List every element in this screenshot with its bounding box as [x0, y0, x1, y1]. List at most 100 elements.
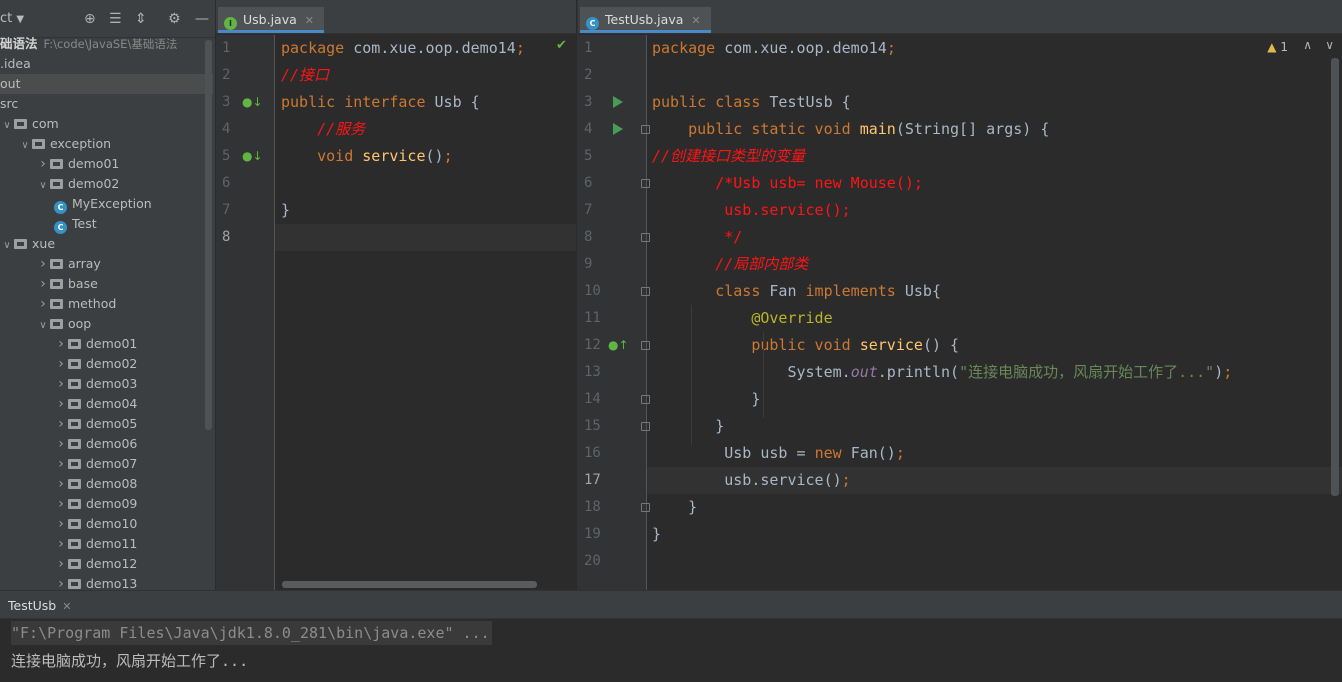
- tree-item[interactable]: › demo09: [0, 494, 213, 514]
- line-number: 13: [584, 364, 601, 380]
- chevron-up-icon[interactable]: ∧: [1303, 38, 1312, 52]
- line-number: 1: [222, 40, 231, 56]
- chevron-right-icon[interactable]: ›: [54, 434, 68, 454]
- vertical-scrollbar[interactable]: [1331, 58, 1339, 496]
- project-scrollbar[interactable]: [205, 40, 212, 430]
- close-icon[interactable]: ✕: [691, 14, 700, 27]
- fold-marker-icon[interactable]: [641, 125, 650, 134]
- tree-item[interactable]: ∨ com: [0, 114, 213, 134]
- fold-marker-icon[interactable]: [641, 395, 650, 404]
- tree-item[interactable]: › demo01: [0, 154, 213, 174]
- project-toolbar: ct ▼ ⊕ ☰ ⇕ ⚙ —: [0, 0, 215, 38]
- tree-item[interactable]: ∨ xue: [0, 234, 213, 254]
- chevron-right-icon[interactable]: ›: [54, 414, 68, 434]
- tree-item[interactable]: › demo11: [0, 534, 213, 554]
- chevron-down-icon[interactable]: ∨: [18, 136, 32, 156]
- tree-item-label: demo04: [86, 396, 138, 411]
- chevron-down-icon[interactable]: ∨: [0, 236, 14, 256]
- run-icon[interactable]: [613, 123, 623, 135]
- tree-item[interactable]: › demo03: [0, 374, 213, 394]
- implemented-icon[interactable]: ●↓: [242, 89, 263, 116]
- chevron-down-icon[interactable]: ∨: [36, 176, 50, 196]
- chevron-right-icon[interactable]: ›: [36, 154, 50, 174]
- tree-item[interactable]: › demo02: [0, 354, 213, 374]
- tree-item[interactable]: C MyException: [0, 194, 213, 214]
- tree-item[interactable]: C Test: [0, 214, 213, 234]
- tree-item[interactable]: › array: [0, 254, 213, 274]
- fold-marker-icon[interactable]: [641, 233, 650, 242]
- chevron-down-icon[interactable]: ∨: [1325, 38, 1334, 52]
- chevron-down-icon[interactable]: ∨: [36, 316, 50, 336]
- chevron-right-icon[interactable]: ›: [54, 394, 68, 414]
- tree-item[interactable]: › demo04: [0, 394, 213, 414]
- fold-marker-icon[interactable]: [641, 179, 650, 188]
- package-icon: [68, 419, 81, 429]
- close-icon[interactable]: ✕: [305, 14, 314, 27]
- chevron-right-icon[interactable]: ›: [36, 274, 50, 294]
- tab-testusb-java[interactable]: C TestUsb.java ✕: [580, 7, 711, 33]
- tree-item[interactable]: › demo08: [0, 474, 213, 494]
- fold-marker-icon[interactable]: [641, 503, 650, 512]
- tree-item[interactable]: 础语法 F:\code\JavaSE\基础语法: [0, 34, 213, 54]
- tree-item[interactable]: ∨ exception: [0, 134, 213, 154]
- tree-item[interactable]: › demo13: [0, 574, 213, 590]
- fold-marker-icon[interactable]: [641, 341, 650, 350]
- line-number: 6: [222, 175, 231, 191]
- code-line: //局部内部类: [715, 255, 809, 273]
- gear-icon[interactable]: ⚙: [168, 10, 181, 28]
- tree-item-label: demo02: [86, 356, 138, 371]
- tree-item[interactable]: .idea: [0, 54, 213, 74]
- close-icon[interactable]: ✕: [62, 600, 71, 613]
- inspection-widget[interactable]: ▲ 1: [1267, 40, 1288, 54]
- chevron-right-icon[interactable]: ›: [54, 354, 68, 374]
- code-line: }: [281, 201, 291, 219]
- tree-item[interactable]: › demo06: [0, 434, 213, 454]
- chevron-right-icon[interactable]: ›: [54, 514, 68, 534]
- tree-item[interactable]: ∨ demo02: [0, 174, 213, 194]
- chevron-right-icon[interactable]: ›: [54, 574, 68, 590]
- tree-item[interactable]: src: [0, 94, 213, 114]
- code-line: Usb usb = new Fan();: [652, 444, 905, 462]
- chevron-right-icon[interactable]: ›: [54, 454, 68, 474]
- chevron-right-icon[interactable]: ›: [36, 254, 50, 274]
- tree-item-label: 础语法: [0, 36, 38, 51]
- tree-item[interactable]: › method: [0, 294, 213, 314]
- tree-item[interactable]: › base: [0, 274, 213, 294]
- package-icon: [68, 439, 81, 449]
- locate-icon[interactable]: ⊕: [84, 10, 96, 28]
- tree-item[interactable]: › demo05: [0, 414, 213, 434]
- chevron-down-icon[interactable]: ∨: [0, 116, 14, 136]
- tab-usb-java[interactable]: I Usb.java ✕: [218, 7, 324, 33]
- current-line-highlight: [275, 224, 576, 251]
- tree-item[interactable]: out: [0, 74, 213, 94]
- chevron-right-icon[interactable]: ›: [54, 374, 68, 394]
- collapse-all-icon[interactable]: ⇕: [135, 10, 147, 28]
- fold-marker-icon[interactable]: [641, 287, 650, 296]
- chevron-right-icon[interactable]: ›: [36, 294, 50, 314]
- package-icon: [50, 299, 63, 309]
- chevron-right-icon[interactable]: ›: [54, 494, 68, 514]
- fold-marker-icon[interactable]: [641, 422, 650, 431]
- package-icon: [14, 119, 27, 129]
- chevron-right-icon[interactable]: ›: [54, 474, 68, 494]
- tree-item[interactable]: ∨ oop: [0, 314, 213, 334]
- line-number: 3: [584, 94, 593, 110]
- run-icon[interactable]: [613, 96, 623, 108]
- code-line: //服务: [317, 120, 366, 138]
- tree-item[interactable]: › demo12: [0, 554, 213, 574]
- tree-item[interactable]: › demo10: [0, 514, 213, 534]
- chevron-right-icon[interactable]: ›: [54, 554, 68, 574]
- implemented-icon[interactable]: ●↓: [242, 143, 263, 170]
- tree-item[interactable]: › demo01: [0, 334, 213, 354]
- overrides-icon[interactable]: ●↑: [608, 332, 629, 359]
- project-view-selector[interactable]: ct ▼: [0, 10, 24, 29]
- expand-all-icon[interactable]: ☰: [109, 10, 122, 28]
- line-number: 15: [584, 418, 601, 434]
- chevron-right-icon[interactable]: ›: [54, 334, 68, 354]
- tree-item-label: method: [68, 296, 117, 311]
- chevron-right-icon[interactable]: ›: [54, 534, 68, 554]
- hide-icon[interactable]: —: [195, 10, 209, 28]
- horizontal-scrollbar[interactable]: [282, 581, 537, 588]
- tree-item[interactable]: › demo07: [0, 454, 213, 474]
- tab-run-testusb[interactable]: TestUsb ✕: [0, 595, 79, 619]
